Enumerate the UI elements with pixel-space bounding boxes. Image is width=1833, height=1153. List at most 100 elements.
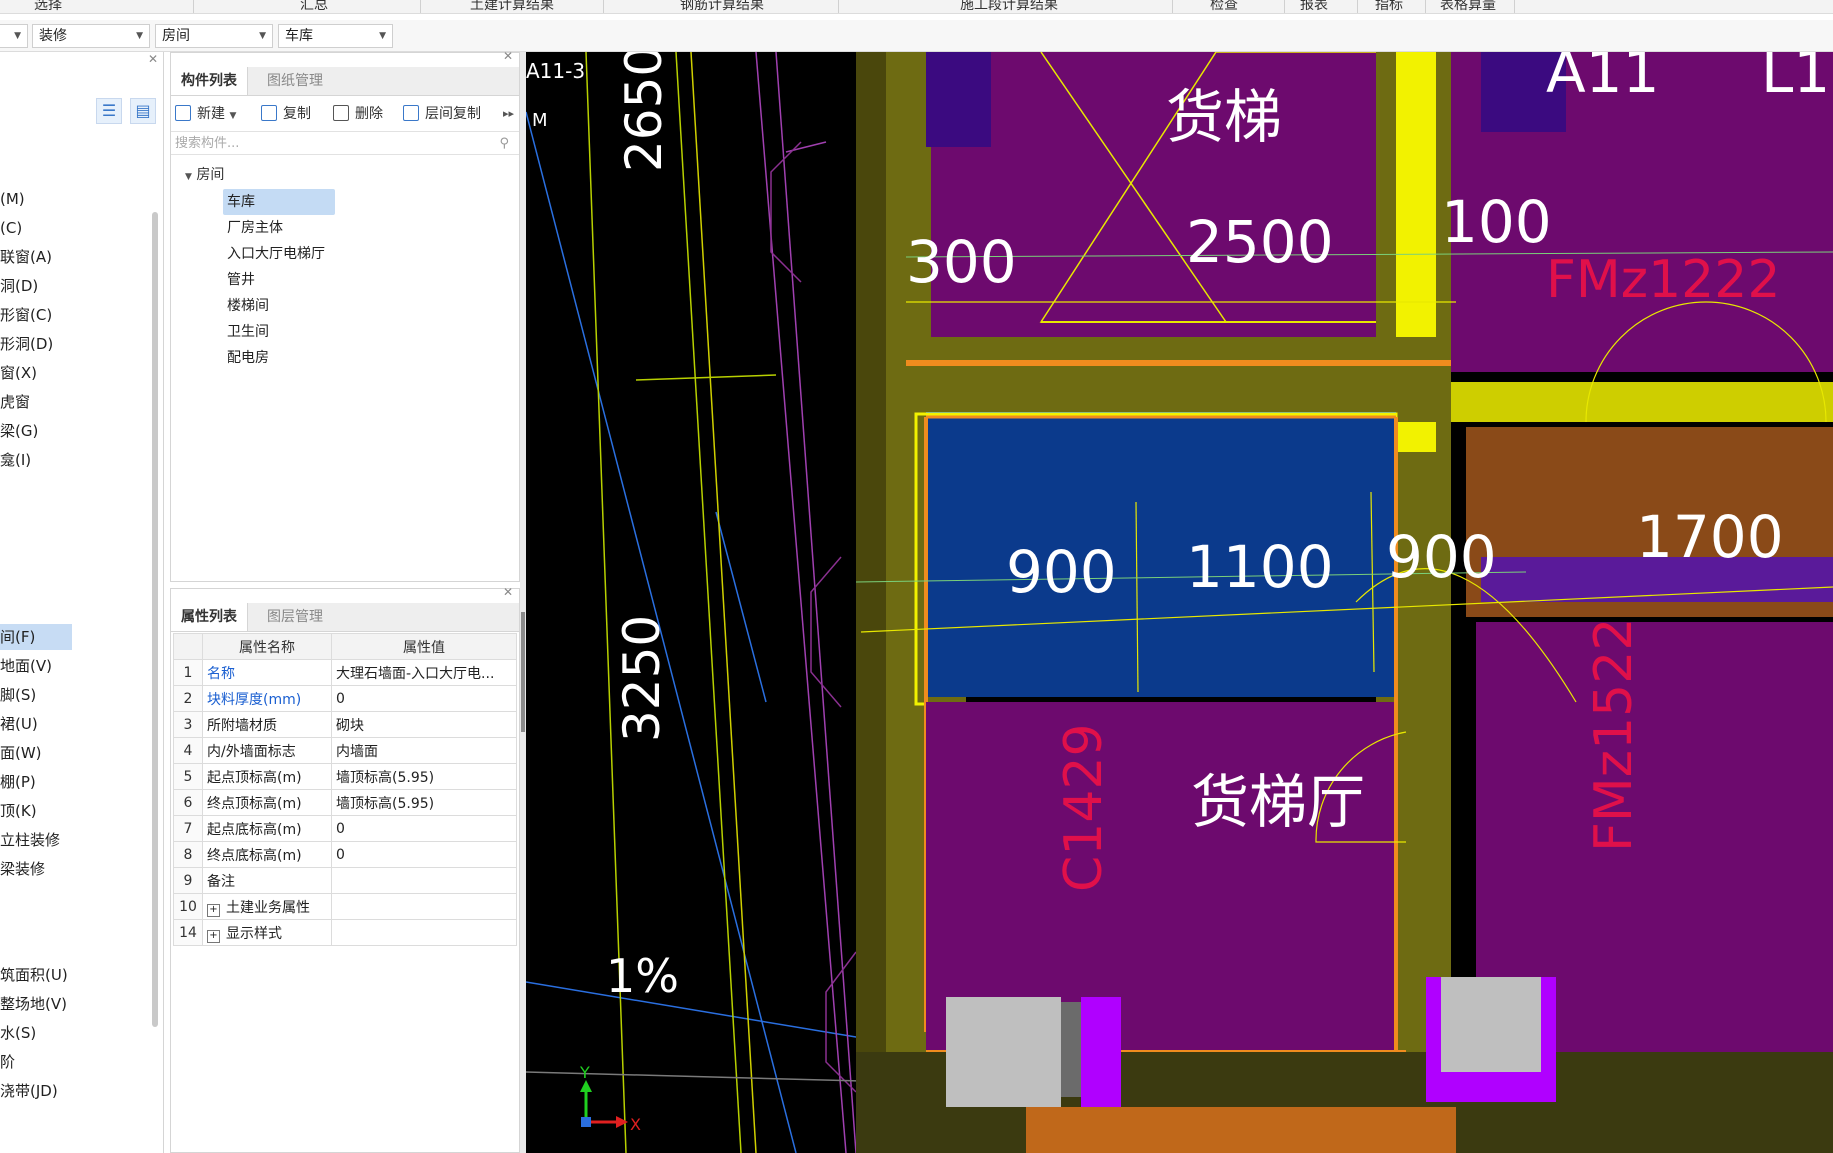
- component-search-input[interactable]: 搜索构件... ⚲: [171, 131, 519, 155]
- menu-civil-results[interactable]: 土建计算结果: [470, 0, 554, 13]
- property-value[interactable]: [331, 893, 517, 920]
- menu-indicator[interactable]: 指标: [1375, 0, 1403, 13]
- tree-item-stairwell[interactable]: 楼梯间: [223, 293, 335, 319]
- property-row[interactable]: 5 起点顶标高(m) 墙顶标高(5.95): [173, 763, 517, 790]
- nav-item-niche[interactable]: 龛(I): [0, 447, 31, 473]
- nav-item-suspended-ceiling[interactable]: 顶(K): [0, 798, 37, 824]
- property-value[interactable]: 墙顶标高(5.95): [331, 789, 517, 816]
- nav-item-room[interactable]: 间(F): [0, 624, 72, 650]
- tree-item-lobby-elevator-hall[interactable]: 入口大厅电梯厅: [223, 241, 353, 267]
- tree-item-garage[interactable]: 车库: [223, 189, 335, 215]
- property-row[interactable]: 8 终点底标高(m) 0: [173, 841, 517, 868]
- splitter-grip[interactable]: [521, 612, 525, 732]
- nav-item-shaped-opening[interactable]: 形洞(D): [0, 331, 53, 357]
- nav-item-site-leveling[interactable]: 整场地(V): [0, 991, 67, 1017]
- copy-button[interactable]: 复制: [261, 103, 311, 125]
- nav-item-apron[interactable]: 水(S): [0, 1020, 36, 1046]
- nav-item-lintel[interactable]: 梁(G): [0, 418, 38, 444]
- dim-900-left: 900: [1006, 538, 1117, 606]
- row-number: 4: [173, 737, 203, 764]
- property-value[interactable]: 0: [331, 841, 517, 868]
- menu-stage-results[interactable]: 施工段计算结果: [960, 0, 1058, 13]
- property-name-label: 终点顶标高(m): [207, 795, 302, 812]
- expand-icon[interactable]: +: [207, 929, 220, 943]
- tree-item-power-room[interactable]: 配电房: [223, 345, 335, 371]
- property-value[interactable]: [331, 867, 517, 894]
- scrollbar[interactable]: [152, 212, 158, 1027]
- collapse-arrow-icon[interactable]: ▼: [185, 172, 192, 182]
- nav-item-building-area[interactable]: 筑面积(U): [0, 962, 68, 988]
- property-value[interactable]: [331, 919, 517, 946]
- dim-900-right: 900: [1386, 523, 1497, 591]
- nav-item-post-pour-strip[interactable]: 浇带(JD): [0, 1078, 58, 1104]
- property-row[interactable]: 1 名称 大理石墙面-入口大厅电...: [173, 659, 517, 686]
- close-icon[interactable]: ✕: [503, 49, 513, 63]
- room-label-elevator-hall: 货梯厅: [1191, 768, 1365, 836]
- property-row[interactable]: 6 终点顶标高(m) 墙顶标高(5.95): [173, 789, 517, 816]
- property-value[interactable]: 砌块: [331, 711, 517, 738]
- property-row[interactable]: 7 起点底标高(m) 0: [173, 815, 517, 842]
- tab-property-list[interactable]: 属性列表: [171, 603, 248, 631]
- floor-select[interactable]: ▼: [0, 24, 28, 48]
- row-number: 9: [173, 867, 203, 894]
- tab-component-list[interactable]: 构件列表: [171, 67, 248, 95]
- tab-layer-management[interactable]: 图层管理: [257, 603, 333, 631]
- property-value[interactable]: 墙顶标高(5.95): [331, 763, 517, 790]
- cad-drawing-canvas[interactable]: A11-3 M 2650 3250 1% 300 2500 100 900 11…: [526, 52, 1833, 1153]
- row-number: 3: [173, 711, 203, 738]
- more-icon[interactable]: ▸▸: [503, 103, 514, 125]
- tree-item-restroom[interactable]: 卫生间: [223, 319, 335, 345]
- nav-item-steps[interactable]: 阶: [0, 1049, 15, 1075]
- property-row[interactable]: 9 备注: [173, 867, 517, 894]
- property-tabs: 属性列表 图层管理: [171, 603, 519, 632]
- property-value[interactable]: 内墙面: [331, 737, 517, 764]
- expand-icon[interactable]: +: [207, 903, 220, 917]
- nav-item-column-finish[interactable]: 立柱装修: [0, 827, 60, 853]
- floor-copy-button[interactable]: 层间复制: [403, 103, 481, 125]
- property-value[interactable]: 大理石墙面-入口大厅电...: [331, 659, 517, 686]
- new-button[interactable]: 新建 ▼: [175, 103, 236, 125]
- nav-item-wall-finish[interactable]: 面(W): [0, 740, 42, 766]
- close-icon[interactable]: ✕: [148, 52, 158, 66]
- type-select[interactable]: 房间 ▼: [155, 24, 273, 48]
- nav-item-door-window[interactable]: 联窗(A): [0, 244, 52, 270]
- property-row[interactable]: 3 所附墙材质 砌块: [173, 711, 517, 738]
- menu-select[interactable]: 选择: [34, 0, 62, 13]
- property-row[interactable]: 14 + 显示样式: [173, 919, 517, 946]
- property-row[interactable]: 2 块料厚度(mm) 0: [173, 685, 517, 712]
- nav-item-beam-finish[interactable]: 梁装修: [0, 856, 45, 882]
- tab-drawing-management[interactable]: 图纸管理: [257, 67, 333, 95]
- category-select[interactable]: 装修 ▼: [32, 24, 150, 48]
- nav-item-window[interactable]: (C): [0, 215, 22, 241]
- detail-view-icon[interactable]: ▤: [130, 98, 156, 124]
- component-select[interactable]: 车库 ▼: [278, 24, 393, 48]
- nav-item-bay-window[interactable]: 窗(X): [0, 360, 37, 386]
- property-value[interactable]: 0: [331, 815, 517, 842]
- nav-item-dado[interactable]: 裙(U): [0, 711, 38, 737]
- delete-button[interactable]: 删除: [333, 103, 383, 125]
- property-value[interactable]: 0: [331, 685, 517, 712]
- nav-item-opening[interactable]: 洞(D): [0, 273, 38, 299]
- menu-check[interactable]: 检查: [1210, 0, 1238, 13]
- property-row[interactable]: 10 + 土建业务属性: [173, 893, 517, 920]
- nav-item-ceiling[interactable]: 棚(P): [0, 769, 36, 795]
- tree-root-room[interactable]: ▼ 房间: [185, 163, 224, 189]
- cad-drawing[interactable]: A11-3 M 2650 3250 1% 300 2500 100 900 11…: [526, 52, 1833, 1153]
- row-number: 1: [173, 659, 203, 686]
- tree-item-factory-main[interactable]: 厂房主体: [223, 215, 335, 241]
- menu-table-quantity[interactable]: 表格算量: [1440, 0, 1496, 13]
- close-icon[interactable]: ✕: [503, 585, 513, 599]
- nav-item-floor[interactable]: 地面(V): [0, 653, 52, 679]
- door-label-fm1522: FMz1522: [1584, 618, 1644, 852]
- menu-rebar-results[interactable]: 钢筋计算结果: [680, 0, 764, 13]
- tree-item-shaft[interactable]: 管井: [223, 267, 335, 293]
- nav-item-baseboard[interactable]: 脚(S): [0, 682, 36, 708]
- menu-summary[interactable]: 汇总: [300, 0, 328, 13]
- nav-item-door[interactable]: (M): [0, 186, 25, 212]
- dim-1700: 1700: [1636, 503, 1784, 571]
- menu-report[interactable]: 报表: [1300, 0, 1328, 13]
- property-row[interactable]: 4 内/外墙面标志 内墙面: [173, 737, 517, 764]
- list-view-icon[interactable]: ☰: [96, 98, 122, 124]
- nav-item-dormer[interactable]: 虎窗: [0, 389, 30, 415]
- nav-item-shaped-window[interactable]: 形窗(C): [0, 302, 52, 328]
